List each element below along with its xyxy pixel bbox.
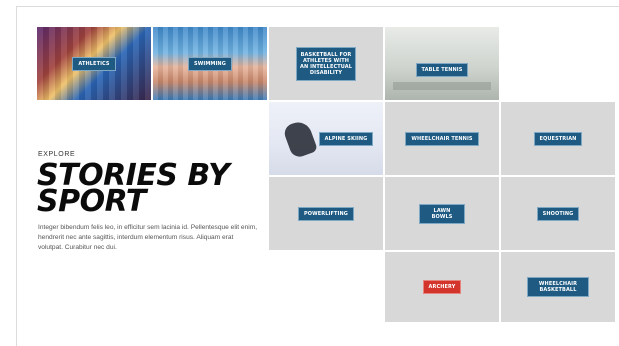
sport-label: LAWN BOWLS	[419, 203, 465, 224]
sport-tile-wheelchair-basketball[interactable]: WHEELCHAIR BASKETBALL	[501, 252, 615, 322]
page-title: STORIES BY SPORT	[37, 161, 267, 217]
sport-tile-equestrian[interactable]: EQUESTRIAN	[501, 102, 615, 175]
sport-label: ALPINE SKIING	[318, 131, 374, 146]
sport-label: ATHLETICS	[72, 56, 116, 71]
sport-tile-basketball-id[interactable]: BASKETBALL FOR ATHLETES WITH AN INTELLEC…	[269, 27, 383, 100]
sport-tile-lawn-bowls[interactable]: LAWN BOWLS	[385, 177, 499, 250]
section-description: Integer bibendum felis leo, in efficitur…	[38, 224, 258, 251]
sport-label: SHOOTING	[536, 206, 580, 221]
sport-tile-swimming[interactable]: SWIMMING	[153, 27, 267, 100]
sport-tile-table-tennis[interactable]: TABLE TENNIS	[385, 27, 499, 100]
title-line-2: SPORT	[37, 184, 146, 219]
sport-tile-alpine-skiing[interactable]: ALPINE SKIING	[269, 102, 383, 175]
sport-label: BASKETBALL FOR ATHLETES WITH AN INTELLEC…	[296, 46, 356, 81]
sport-tile-wheelchair-tennis[interactable]: WHEELCHAIR TENNIS	[385, 102, 499, 175]
sport-tile-powerlifting[interactable]: POWERLIFTING	[269, 177, 383, 250]
sport-tile-shooting[interactable]: SHOOTING	[501, 177, 615, 250]
sport-label: TABLE TENNIS	[415, 62, 469, 77]
sport-label: POWERLIFTING	[298, 206, 354, 221]
sport-tile-athletics[interactable]: ATHLETICS	[37, 27, 151, 100]
sport-label: EQUESTRIAN	[533, 131, 583, 146]
section-eyebrow: EXPLORE	[38, 151, 76, 158]
sport-label: WHEELCHAIR TENNIS	[405, 131, 479, 146]
sport-label: WHEELCHAIR BASKETBALL	[527, 277, 589, 297]
sport-tile-archery[interactable]: ARCHERY	[385, 252, 499, 322]
sport-label: SWIMMING	[188, 56, 232, 71]
sport-label: ARCHERY	[422, 280, 462, 294]
